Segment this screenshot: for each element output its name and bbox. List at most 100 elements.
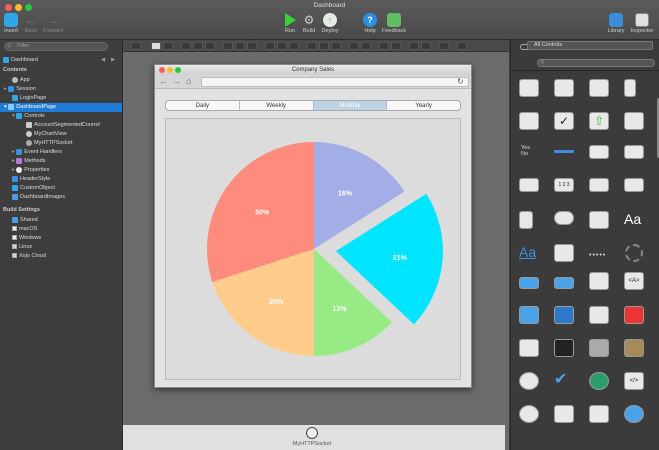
- nav-item-headerstyle[interactable]: HeaderStyle: [12, 175, 50, 184]
- map-viewer-control-icon[interactable]: [589, 306, 609, 324]
- inspector-button[interactable]: Inspector: [628, 13, 656, 34]
- nav-item-event-handlers[interactable]: ▸ Event Handlers: [12, 148, 62, 157]
- chart-view[interactable]: 16% 21% 13% 20% 30%: [165, 118, 461, 380]
- tab-panel-control-icon[interactable]: [624, 145, 644, 159]
- group-icon[interactable]: [223, 42, 233, 50]
- globe-control-icon[interactable]: [624, 405, 644, 423]
- navigator-filter-input[interactable]: Filter: [4, 42, 108, 51]
- forward-button[interactable]: → Forward: [42, 13, 64, 34]
- segmented-control-icon[interactable]: [554, 79, 574, 97]
- color-picker-control-icon[interactable]: [589, 211, 609, 229]
- nav-item-myhttpsocket[interactable]: MyHTTPSocket: [26, 139, 73, 148]
- segment-weekly[interactable]: Weekly: [240, 101, 314, 110]
- canvas-control-icon[interactable]: [589, 79, 609, 97]
- distribute-icon[interactable]: [379, 42, 389, 50]
- email-field-control-icon[interactable]: [519, 178, 539, 192]
- checkbox-control-icon[interactable]: ✓: [554, 112, 574, 130]
- align-bottom-icon[interactable]: [331, 42, 341, 50]
- progress-wheel-control-icon[interactable]: [625, 244, 643, 262]
- windows-checkbox[interactable]: [12, 235, 17, 241]
- label-control-icon[interactable]: Aa: [624, 211, 641, 227]
- nav-item-mychartview[interactable]: MyChartView: [26, 130, 67, 139]
- timer-control-icon[interactable]: [519, 372, 539, 390]
- nav-item-customobject[interactable]: CustomObject: [12, 184, 55, 193]
- align-right-icon[interactable]: [289, 42, 299, 50]
- linux-checkbox[interactable]: ✓: [12, 244, 17, 250]
- fill-width-icon[interactable]: [439, 42, 449, 50]
- space-horizontal-icon[interactable]: [349, 42, 359, 50]
- sdk-control-icon[interactable]: </>: [624, 372, 644, 390]
- align-top-icon[interactable]: [307, 42, 317, 50]
- listbox-control-icon[interactable]: [589, 272, 609, 290]
- nav-item-session[interactable]: ▸ Session: [4, 85, 36, 94]
- chevron-left-icon[interactable]: ◀: [101, 56, 105, 65]
- fill-height-icon[interactable]: [457, 42, 467, 50]
- align-center-icon[interactable]: [277, 42, 287, 50]
- device-control-icon[interactable]: [519, 405, 539, 423]
- back-arrow-icon[interactable]: [131, 42, 141, 50]
- network-control-icon[interactable]: ✔: [554, 372, 574, 390]
- file-control-icon[interactable]: [589, 405, 609, 423]
- macos-checkbox[interactable]: [12, 226, 17, 232]
- rectangle-control-icon[interactable]: [554, 244, 574, 262]
- separator-control-icon[interactable]: •••••: [589, 252, 606, 259]
- size-width-icon[interactable]: [409, 42, 419, 50]
- insert-button[interactable]: Insert: [2, 13, 20, 34]
- location-control-icon[interactable]: [589, 372, 609, 390]
- youtube-control-icon[interactable]: [624, 306, 644, 324]
- build-item-macos[interactable]: macOS: [12, 225, 37, 234]
- deploy-button[interactable]: ↑ Deploy: [320, 13, 340, 34]
- movie-player-control-icon[interactable]: [554, 306, 574, 324]
- lock-icon[interactable]: [193, 42, 203, 50]
- period-segmented-control[interactable]: Daily Weekly Monthly Yearly: [165, 100, 461, 111]
- build-button[interactable]: ⚙ Build: [300, 13, 318, 34]
- arrange-icon[interactable]: [247, 42, 257, 50]
- disclosure-down-icon[interactable]: ▾: [12, 113, 15, 119]
- nav-item-app[interactable]: App: [12, 76, 30, 85]
- textarea-control-icon[interactable]: [519, 211, 533, 229]
- align-middle-icon[interactable]: [319, 42, 329, 50]
- disclosure-right-icon[interactable]: ▸: [4, 86, 7, 92]
- socket-icon[interactable]: [306, 427, 318, 439]
- disclosure-right-icon[interactable]: ▸: [12, 158, 15, 164]
- unlock-icon[interactable]: [205, 42, 215, 50]
- thread-control-icon[interactable]: [624, 339, 644, 357]
- disclosure-right-icon[interactable]: ▸: [12, 149, 15, 155]
- size-height-icon[interactable]: [421, 42, 431, 50]
- phone-field-control-icon[interactable]: [589, 178, 609, 192]
- button-control-icon[interactable]: [519, 79, 539, 97]
- build-item-windows[interactable]: Windows: [12, 234, 41, 243]
- progress-bar-control-icon[interactable]: [519, 277, 539, 289]
- textfield-control-icon[interactable]: [589, 145, 609, 159]
- build-item-linux[interactable]: ✓ Linux: [12, 243, 32, 252]
- popup-menu-control-icon[interactable]: [624, 112, 644, 130]
- library-button[interactable]: Library: [606, 13, 626, 34]
- radio-group-control-icon[interactable]: Yes No: [521, 145, 530, 157]
- nav-item-dashboardpage[interactable]: ▾ DashboardPage: [0, 103, 122, 112]
- shell-control-icon[interactable]: [554, 339, 574, 357]
- nav-item-controls[interactable]: ▾ Controls: [12, 112, 45, 121]
- serial-control-icon[interactable]: [589, 339, 609, 357]
- nav-item-accountsegmentedcontrol[interactable]: AccountSegmentedControl: [26, 121, 100, 130]
- chevron-right-icon[interactable]: ▶: [111, 56, 115, 65]
- layout-mode-icon[interactable]: [151, 42, 161, 50]
- back-button[interactable]: ← Back: [22, 13, 40, 34]
- nav-item-methods[interactable]: ▸ Methods: [12, 157, 45, 166]
- gauge-control-icon[interactable]: [554, 405, 574, 423]
- image-viewer-control-icon[interactable]: [519, 306, 539, 324]
- library-filter-dropdown[interactable]: All Controls: [527, 41, 653, 50]
- library-search-input[interactable]: [537, 59, 655, 67]
- slider-control-icon[interactable]: [554, 150, 574, 153]
- build-item-xojo-cloud[interactable]: ✓ Xojo Cloud: [12, 252, 46, 261]
- disclosure-down-icon[interactable]: ▾: [4, 104, 7, 110]
- database-control-icon[interactable]: [519, 339, 539, 357]
- help-button[interactable]: ? Help: [362, 13, 378, 34]
- link-control-icon[interactable]: Aa: [519, 244, 536, 260]
- align-left-icon[interactable]: [265, 42, 275, 50]
- number-field-control-icon[interactable]: 1 2 3: [554, 178, 574, 192]
- project-row[interactable]: Dashboard ◀ ▶: [3, 56, 121, 65]
- nav-item-loginpage[interactable]: LoginPage: [12, 94, 46, 103]
- segment-daily[interactable]: Daily: [166, 101, 240, 110]
- distribute-vertical-icon[interactable]: [391, 42, 401, 50]
- build-item-shared[interactable]: Shared: [12, 216, 38, 225]
